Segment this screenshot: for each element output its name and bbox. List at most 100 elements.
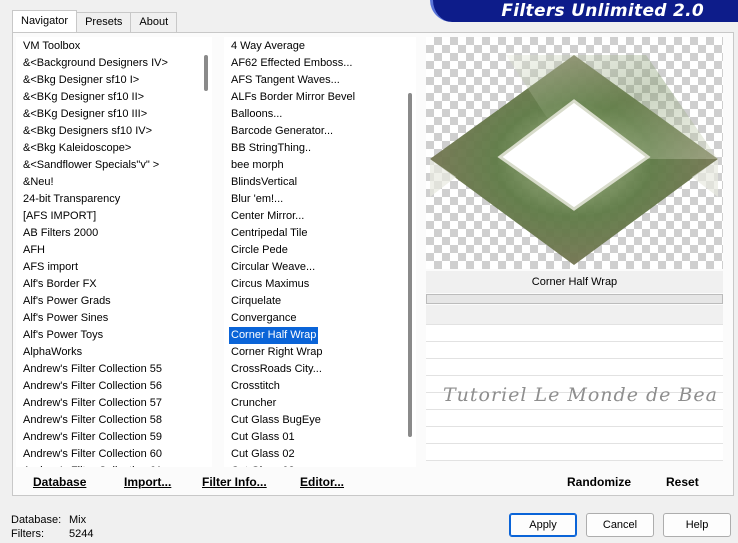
filter-item[interactable]: Center Mirror...: [224, 208, 402, 225]
progress-bar: [426, 294, 723, 304]
filter-item[interactable]: CrossRoads City...: [224, 361, 402, 378]
title-banner: Filters Unlimited 2.0: [430, 0, 738, 22]
category-item-label: Andrew's Filter Collection 55: [23, 363, 163, 375]
category-item[interactable]: Andrew's Filter Collection 61: [16, 463, 198, 467]
filter-item-label: Barcode Generator...: [231, 125, 334, 137]
category-item-label: AFS import: [23, 261, 79, 273]
filter-item-label: Circus Maximus: [231, 278, 310, 290]
category-item[interactable]: Andrew's Filter Collection 60: [16, 446, 198, 463]
filter-item[interactable]: Circus Maximus: [224, 276, 402, 293]
category-item[interactable]: &<Bkg Kaleidoscope>: [16, 140, 198, 157]
filter-item[interactable]: ALFs Border Mirror Bevel: [224, 89, 402, 106]
filter-item[interactable]: Convergance: [224, 310, 402, 327]
category-item[interactable]: AFS import: [16, 259, 198, 276]
import-button[interactable]: Import...: [124, 475, 171, 489]
category-item[interactable]: &<Bkg Designer sf10 I>: [16, 72, 198, 89]
category-item[interactable]: [AFS IMPORT]: [16, 208, 198, 225]
tab-about[interactable]: About: [130, 12, 178, 32]
filter-item[interactable]: Barcode Generator...: [224, 123, 402, 140]
preview-image: [426, 37, 723, 269]
category-item[interactable]: &<Background Designers IV>: [16, 55, 198, 72]
filter-item-selected[interactable]: Corner Half Wrap: [224, 327, 402, 344]
filter-item[interactable]: Corner Right Wrap: [224, 344, 402, 361]
filter-item[interactable]: BlindsVertical: [224, 174, 402, 191]
filter-item-label: CrossRoads City...: [231, 363, 322, 375]
param-row: [426, 427, 723, 444]
category-item[interactable]: &<Sandflower Specials"v" >: [16, 157, 198, 174]
category-item[interactable]: VM Toolbox: [16, 38, 198, 55]
filter-item-label: Convergance: [231, 312, 297, 324]
reset-button[interactable]: Reset: [666, 475, 699, 489]
watermark-text: Tutoriel Le Monde de Bea: [443, 384, 718, 406]
param-row: [426, 410, 723, 427]
category-item[interactable]: Andrew's Filter Collection 56: [16, 378, 198, 395]
category-item[interactable]: AFH: [16, 242, 198, 259]
filter-item[interactable]: Cut Glass 02: [224, 446, 402, 463]
filter-item[interactable]: AF62 Effected Emboss...: [224, 55, 402, 72]
filter-item[interactable]: Blur 'em!...: [224, 191, 402, 208]
filter-item[interactable]: Crosstitch: [224, 378, 402, 395]
param-row: [426, 342, 723, 359]
category-item[interactable]: &<Bkg Designers sf10 IV>: [16, 123, 198, 140]
preview-graphic: [430, 55, 718, 265]
category-item-label: &<Bkg Designer sf10 I>: [23, 74, 140, 86]
category-item-label: Andrew's Filter Collection 61: [21, 463, 164, 467]
category-scrollbar[interactable]: [200, 37, 212, 467]
filter-item[interactable]: BB StringThing..: [224, 140, 402, 157]
filter-item[interactable]: Circle Pede: [224, 242, 402, 259]
filter-scrollbar[interactable]: [404, 37, 416, 467]
filter-scroll-thumb[interactable]: [408, 93, 412, 437]
status-info: Database: Mix Filters: 5244: [11, 513, 93, 541]
category-item-label: Andrew's Filter Collection 57: [23, 397, 163, 409]
category-item[interactable]: &Neu!: [16, 174, 198, 191]
filter-item[interactable]: Cut Glass 01: [224, 429, 402, 446]
filter-item-label: Balloons...: [231, 108, 283, 120]
filter-item[interactable]: Cut Glass BugEye: [224, 412, 402, 429]
filter-item[interactable]: Cruncher: [224, 395, 402, 412]
category-item[interactable]: Alf's Power Sines: [16, 310, 198, 327]
list-button-bar: Database Import... Filter Info... Editor…: [16, 470, 416, 494]
category-item[interactable]: Alf's Power Toys: [16, 327, 198, 344]
category-list[interactable]: VM Toolbox &<Background Designers IV> &<Bk…: [16, 37, 212, 467]
cancel-button[interactable]: Cancel: [586, 513, 654, 537]
tab-navigator[interactable]: Navigator: [12, 10, 78, 32]
category-item-label: Andrew's Filter Collection 59: [23, 431, 163, 443]
filter-item[interactable]: Balloons...: [224, 106, 402, 123]
randomize-button[interactable]: Randomize: [567, 475, 631, 489]
category-item[interactable]: Andrew's Filter Collection 58: [16, 412, 198, 429]
database-button[interactable]: Database: [33, 475, 86, 489]
category-item[interactable]: AB Filters 2000: [16, 225, 198, 242]
filter-item[interactable]: bee morph: [224, 157, 402, 174]
filter-item[interactable]: AFS Tangent Waves...: [224, 72, 402, 89]
filter-item-label: Cut Glass 03: [229, 463, 297, 467]
filter-item[interactable]: Cirquelate: [224, 293, 402, 310]
filter-info-button[interactable]: Filter Info...: [202, 475, 267, 489]
category-item[interactable]: AlphaWorks: [16, 344, 198, 361]
editor-button[interactable]: Editor...: [300, 475, 344, 489]
category-item[interactable]: Alf's Border FX: [16, 276, 198, 293]
category-item-label: 24-bit Transparency: [23, 193, 121, 205]
filter-item[interactable]: Cut Glass 03: [224, 463, 402, 467]
filter-item[interactable]: Circular Weave...: [224, 259, 402, 276]
category-item-label: Andrew's Filter Collection 58: [23, 414, 163, 426]
category-item[interactable]: 24-bit Transparency: [16, 191, 198, 208]
category-item[interactable]: Alf's Power Grads: [16, 293, 198, 310]
filter-list[interactable]: 4 Way Average AF62 Effected Emboss... AFS …: [224, 37, 416, 467]
category-item[interactable]: Andrew's Filter Collection 57: [16, 395, 198, 412]
help-button[interactable]: Help: [663, 513, 731, 537]
filter-item[interactable]: 4 Way Average: [224, 38, 402, 55]
category-item[interactable]: Andrew's Filter Collection 59: [16, 429, 198, 446]
category-item-label: &<Bkg Kaleidoscope>: [23, 142, 132, 154]
apply-button[interactable]: Apply: [509, 513, 577, 537]
category-scroll-thumb[interactable]: [204, 55, 208, 91]
preview-filter-name: Corner Half Wrap: [426, 271, 723, 293]
category-item[interactable]: Andrew's Filter Collection 55: [16, 361, 198, 378]
category-items: VM Toolbox &<Background Designers IV> &<Bk…: [16, 38, 198, 467]
filter-item[interactable]: Centripedal Tile: [224, 225, 402, 242]
category-item-label: AFH: [23, 244, 45, 256]
category-item[interactable]: &<BKg Designer sf10 II>: [16, 89, 198, 106]
category-item[interactable]: &<BKg Designer sf10 III>: [16, 106, 198, 123]
param-row: [426, 444, 723, 461]
category-item-label: &<Bkg Designers sf10 IV>: [23, 125, 153, 137]
tab-presets[interactable]: Presets: [76, 12, 132, 32]
